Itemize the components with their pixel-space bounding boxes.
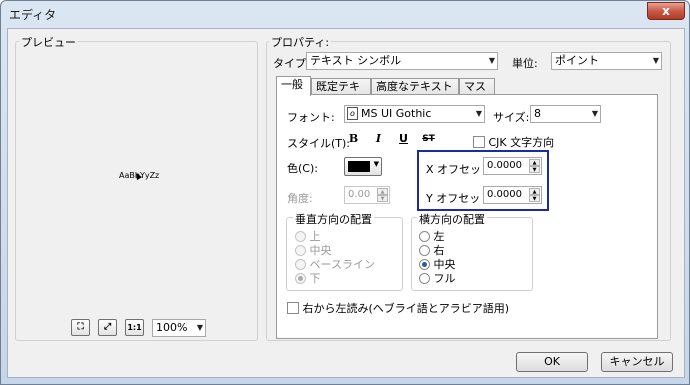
color-picker[interactable]: ▼ (344, 157, 382, 176)
window-title: エディタ (9, 8, 57, 22)
valign-option-bottom[interactable]: 下 (295, 270, 321, 286)
preview-group (15, 41, 258, 341)
zoom-full-button[interactable]: ⤢ (98, 319, 117, 336)
angle-spinner[interactable]: ▲ ▼ (377, 188, 388, 202)
rtl-checkbox[interactable] (287, 302, 299, 314)
halign-center-radio[interactable] (419, 258, 430, 270)
x-offset-input[interactable]: 0.0000 ▲ ▼ (483, 157, 542, 175)
preview-label: プレビュー (19, 34, 78, 50)
chevron-down-icon: ▼ (591, 109, 598, 118)
halign-option-full[interactable]: フル (419, 270, 456, 286)
ok-button[interactable]: OK (516, 352, 588, 372)
tab-general[interactable]: 一般 (276, 76, 311, 96)
size-select[interactable]: 8 ▼ (530, 105, 601, 123)
font-select[interactable]: o MS UI Gothic ▼ (344, 105, 485, 123)
close-button[interactable]: x (647, 2, 685, 20)
italic-button[interactable]: I (369, 130, 388, 147)
angle-input[interactable]: 0.00 ▲ ▼ (344, 186, 390, 204)
title-bar[interactable]: エディタ x (1, 1, 689, 27)
properties-label: プロパティ: (269, 34, 332, 50)
cjk-checkbox-row[interactable]: CJK 文字方向 (473, 134, 554, 150)
valign-bottom-radio[interactable] (295, 272, 306, 284)
type-value: テキスト シンボル (310, 54, 402, 67)
angle-value: 0.00 (348, 189, 371, 200)
halign-right-radio[interactable] (419, 244, 430, 256)
y-offset-value: 0.0000 (487, 189, 522, 200)
halign-full-label: フル (433, 272, 456, 285)
zoom-select[interactable]: 100% ▼ (152, 319, 206, 337)
editor-window: エディタ x プレビュー AaBbYyZz ⛶ ⤢ 1:1 100% ▼ プロパ… (0, 0, 690, 385)
underline-button[interactable]: U (394, 130, 413, 147)
valign-center-radio[interactable] (295, 244, 306, 256)
zoom-actual-icon: 1:1 (127, 323, 142, 332)
color-label: 色(C): (287, 162, 318, 175)
font-value: MS UI Gothic (361, 107, 432, 120)
zoom-fit-icon: ⛶ (77, 322, 84, 332)
valign-top-radio[interactable] (295, 230, 306, 242)
opentype-font-icon: o (347, 107, 358, 120)
color-swatch (348, 161, 370, 172)
angle-label: 角度: (287, 192, 313, 205)
valign-bottom-label: 下 (309, 272, 321, 285)
zoom-actual-button[interactable]: 1:1 (125, 319, 144, 336)
unit-select[interactable]: ポイント ▼ (551, 52, 662, 70)
y-offset-spinner[interactable]: ▲ ▼ (529, 188, 540, 202)
rtl-label: 右から左読み(ヘブライ語とアラビア語用) (302, 302, 510, 315)
cjk-checkbox[interactable] (473, 136, 485, 148)
halign-full-radio[interactable] (419, 272, 430, 284)
type-select[interactable]: テキスト シンボル ▼ (306, 52, 498, 70)
halign-label: 横方向の配置 (417, 211, 487, 227)
chevron-down-icon: ▼ (652, 56, 659, 65)
chevron-down-icon: ▼ (475, 109, 482, 118)
x-offset-spinner[interactable]: ▲ ▼ (529, 159, 540, 173)
chevron-down-icon: ▼ (488, 56, 495, 65)
cancel-button[interactable]: キャンセル (601, 352, 673, 372)
size-value: 8 (534, 107, 541, 120)
bold-button[interactable]: B (344, 130, 363, 147)
size-label: サイズ: (493, 111, 530, 124)
zoom-full-icon: ⤢ (103, 322, 112, 332)
zoom-value: 100% (156, 321, 188, 334)
chevron-down-icon: ▼ (196, 323, 203, 332)
halign-left-radio[interactable] (419, 230, 430, 242)
type-label: タイプ: (273, 57, 310, 70)
chevron-down-icon: ▼ (373, 160, 379, 168)
style-label: スタイル(T): (287, 137, 351, 150)
cjk-label: CJK 文字方向 (488, 136, 555, 149)
unit-value: ポイント (555, 54, 599, 67)
x-offset-value: 0.0000 (487, 160, 522, 171)
valign-baseline-radio[interactable] (295, 258, 306, 270)
unit-label: 単位: (512, 57, 538, 70)
valign-label: 垂直方向の配置 (293, 211, 374, 227)
strikethrough-button[interactable]: ST (419, 130, 438, 147)
zoom-fit-button[interactable]: ⛶ (71, 319, 90, 336)
rtl-checkbox-row[interactable]: 右から左読み(ヘブライ語とアラビア語用) (287, 300, 509, 316)
font-label: フォント: (287, 111, 335, 124)
y-offset-input[interactable]: 0.0000 ▲ ▼ (483, 186, 542, 204)
